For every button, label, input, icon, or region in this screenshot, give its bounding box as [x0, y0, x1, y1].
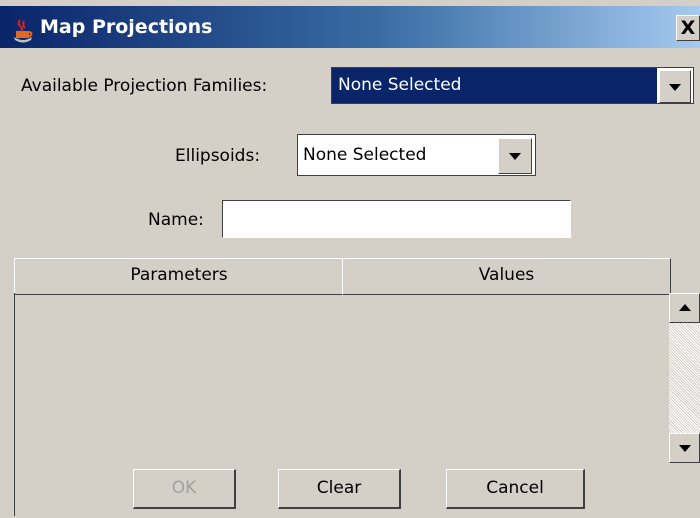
projection-families-value: None Selected: [338, 75, 462, 95]
close-button[interactable]: X: [676, 15, 700, 41]
projection-families-dropdown[interactable]: None Selected: [331, 67, 694, 104]
clear-button[interactable]: Clear: [278, 469, 401, 509]
vertical-scrollbar[interactable]: [669, 293, 700, 463]
name-input[interactable]: [222, 200, 571, 238]
scroll-up-icon[interactable]: [669, 293, 700, 323]
chevron-down-icon[interactable]: [498, 138, 532, 174]
ellipsoids-dropdown[interactable]: None Selected: [297, 134, 536, 176]
scroll-track[interactable]: [669, 323, 700, 433]
projection-families-label: Available Projection Families:: [21, 76, 268, 96]
scroll-down-icon[interactable]: [669, 433, 700, 463]
chevron-down-icon[interactable]: [659, 70, 691, 103]
table-header: Parameters Values: [14, 258, 671, 295]
column-header-parameters[interactable]: Parameters: [14, 258, 344, 295]
name-label: Name:: [148, 210, 204, 230]
java-coffee-cup-icon: [14, 19, 33, 43]
ok-button[interactable]: OK: [133, 469, 236, 509]
ellipsoids-value: None Selected: [303, 145, 427, 165]
cancel-button[interactable]: Cancel: [446, 469, 585, 509]
window-title: Map Projections: [40, 16, 213, 38]
column-header-values[interactable]: Values: [342, 258, 671, 295]
ellipsoids-label: Ellipsoids:: [175, 146, 261, 166]
